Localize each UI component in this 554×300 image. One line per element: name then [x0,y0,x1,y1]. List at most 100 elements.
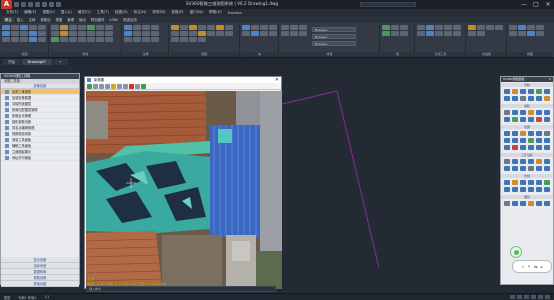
save-as-icon[interactable] [35,2,40,7]
next-icon[interactable] [123,84,128,89]
fit-icon[interactable] [111,84,116,89]
locate-icon[interactable] [141,84,146,89]
title-bar: A SV360智能三维测图系统 | V6.2 Drawing1.dwg — □ … [0,0,554,9]
open-file-icon[interactable] [21,2,26,7]
zoom-out-icon[interactable] [99,84,104,89]
menu-bar: 文件(F) 编辑(E) 视图(V) 插入(I) 格式(O) 工具(T) 绘图(D… [0,9,554,16]
polar-toggle-icon[interactable] [531,295,536,299]
print-icon[interactable] [42,2,47,7]
grid-toggle-icon[interactable] [510,295,515,299]
close-button[interactable]: ✕ [544,1,552,8]
linetype-dropdown[interactable]: ByLayer [312,34,356,39]
lineweight-dropdown[interactable]: ByLayer [312,41,356,46]
cursor-icon[interactable]: ↖ [528,264,531,269]
tab-view[interactable]: 视图 [54,17,65,22]
menu-item-draw[interactable]: 绘图(D) [113,10,130,15]
color-dropdown[interactable]: ByLayer [312,27,356,32]
tab-insert[interactable]: 插入 [15,17,26,22]
right-panel-close-icon[interactable]: ✕ [548,77,551,82]
menu-item-file[interactable]: 文件(F) [4,10,20,15]
ribbon-group-properties: ByLayer ByLayer ByLayer 特性 [280,24,380,57]
image-viewer-window[interactable]: 影像图 ✕ 加载 相机: 10203 相片名: DSC03245 | 像素: 7… [84,76,282,289]
right-tool-palette: SV360测图面板 ✕ 控制 编辑 绘图 工矿设施 管线 图层 [500,76,554,285]
snap-toggle-icon[interactable] [517,295,522,299]
control-tools-grid [501,87,553,103]
new-file-icon[interactable] [14,2,19,7]
layout-tabs[interactable]: 布局1 布局2 [18,295,36,300]
undo-icon[interactable] [49,2,54,7]
menu-item-help[interactable]: 帮助(H) [207,10,224,15]
tab-manage[interactable]: 管理 [65,17,76,22]
tab-annotate[interactable]: 注释 [27,17,38,22]
ribbon-group-groups: 组 [381,24,415,57]
pan-icon[interactable] [105,84,110,89]
measure-icon [5,137,9,142]
drawn-polyline [282,90,380,269]
star-icon[interactable]: ☆ [521,264,525,269]
minimize-button[interactable]: — [520,1,528,8]
image-icon [5,95,9,100]
window-title: SV360智能三维测图系统 | V6.2 Drawing1.dwg [186,1,279,6]
prev-icon[interactable] [117,84,122,89]
tab-parametric[interactable]: 参数化 [38,17,52,22]
open-icon[interactable] [87,84,92,89]
left-tool-palette: SV360测图工具箱 测图工具箱 影像控制 加载三维模型 加载影像数据 清除所选… [0,73,80,287]
menu-item-view[interactable]: 视图(V) [40,10,56,15]
ortho-toggle-icon[interactable] [524,295,529,299]
tab-a360[interactable]: A360 [107,18,120,22]
aerial-photo[interactable]: 加载 相机: 10203 相片名: DSC03245 | 像素: 7952×53… [86,91,282,289]
annotation-scale[interactable]: 1:1 [44,295,49,299]
viewer-close-button[interactable]: ✕ [275,77,279,83]
quick-access-toolbar [14,2,61,7]
tab-default[interactable]: 默认 [3,17,14,22]
tab-addins[interactable]: 附加模块 [89,17,107,22]
menu-item-insert[interactable]: 插入(I) [59,10,74,15]
ribbon-group-annotate: 注释 [123,24,169,57]
ribbon-group-view: 视图 [508,24,552,57]
app-logo-icon[interactable]: A [1,0,12,9]
window-controls: — □ ✕ [520,0,552,9]
document-tab-bar: 开始 Drawing1* + [0,58,554,65]
status-toggle-icons [510,295,554,299]
tab-featured-apps[interactable]: 精选应用 [121,17,139,22]
menu-item-modify[interactable]: 修改(M) [150,10,167,15]
model-icon [5,89,9,94]
osnap-toggle-icon[interactable] [538,295,543,299]
match-icon [5,107,9,112]
menu-item-window[interactable]: 窗口(W) [188,10,206,15]
ribbon-group-modify: 修改 [50,24,122,57]
settings-gear-icon[interactable] [545,295,550,299]
menu-item-parametric[interactable]: 参数(P) [169,10,185,15]
floating-status-icon[interactable] [510,246,522,258]
model-space-tab[interactable]: 模型 [4,295,10,300]
menu-item-express[interactable]: Express [226,11,244,15]
command-line-input[interactable]: 键入命令 [86,286,276,292]
redo-icon[interactable] [56,2,61,7]
ribbon-group-block: 块 [241,24,279,57]
zoom-in-icon[interactable] [93,84,98,89]
menu-item-format[interactable]: 格式(O) [76,10,93,15]
right-panel-title: SV360测图面板 ✕ [501,77,553,82]
home-icon[interactable]: ⌂ [540,264,543,269]
point-icon [5,125,9,130]
helper-icon [5,143,9,148]
menu-item-tools[interactable]: 工具(T) [95,10,111,15]
ribbon-panel: 绘图 修改 注释 图层 块 ByLayer ByLayer ByLayer 特性… [0,23,554,58]
menu-item-dimension[interactable]: 标注(N) [132,10,149,15]
tab-output[interactable]: 输出 [77,17,88,22]
save-icon[interactable] [28,2,33,7]
reflect-icon [5,113,9,118]
status-bar: 模型 布局1 布局2 1:1 [0,293,554,300]
maximize-button[interactable]: □ [532,1,540,8]
viewer-app-icon [87,78,91,82]
menu-item-edit[interactable]: 编辑(E) [22,10,38,15]
stop-icon[interactable] [129,84,134,89]
left-panel-footer-item[interactable]: 其他功能 [1,281,79,287]
ribbon-group-clipboard: 剪贴板 [467,24,507,57]
edit-tools-grid [501,108,553,124]
facility-tools-grid [501,157,553,173]
search-input[interactable] [360,2,416,7]
settings-icon[interactable] [135,84,140,89]
swap-icon[interactable]: ⇆ [534,264,537,269]
draw-tools-grid [501,129,553,152]
